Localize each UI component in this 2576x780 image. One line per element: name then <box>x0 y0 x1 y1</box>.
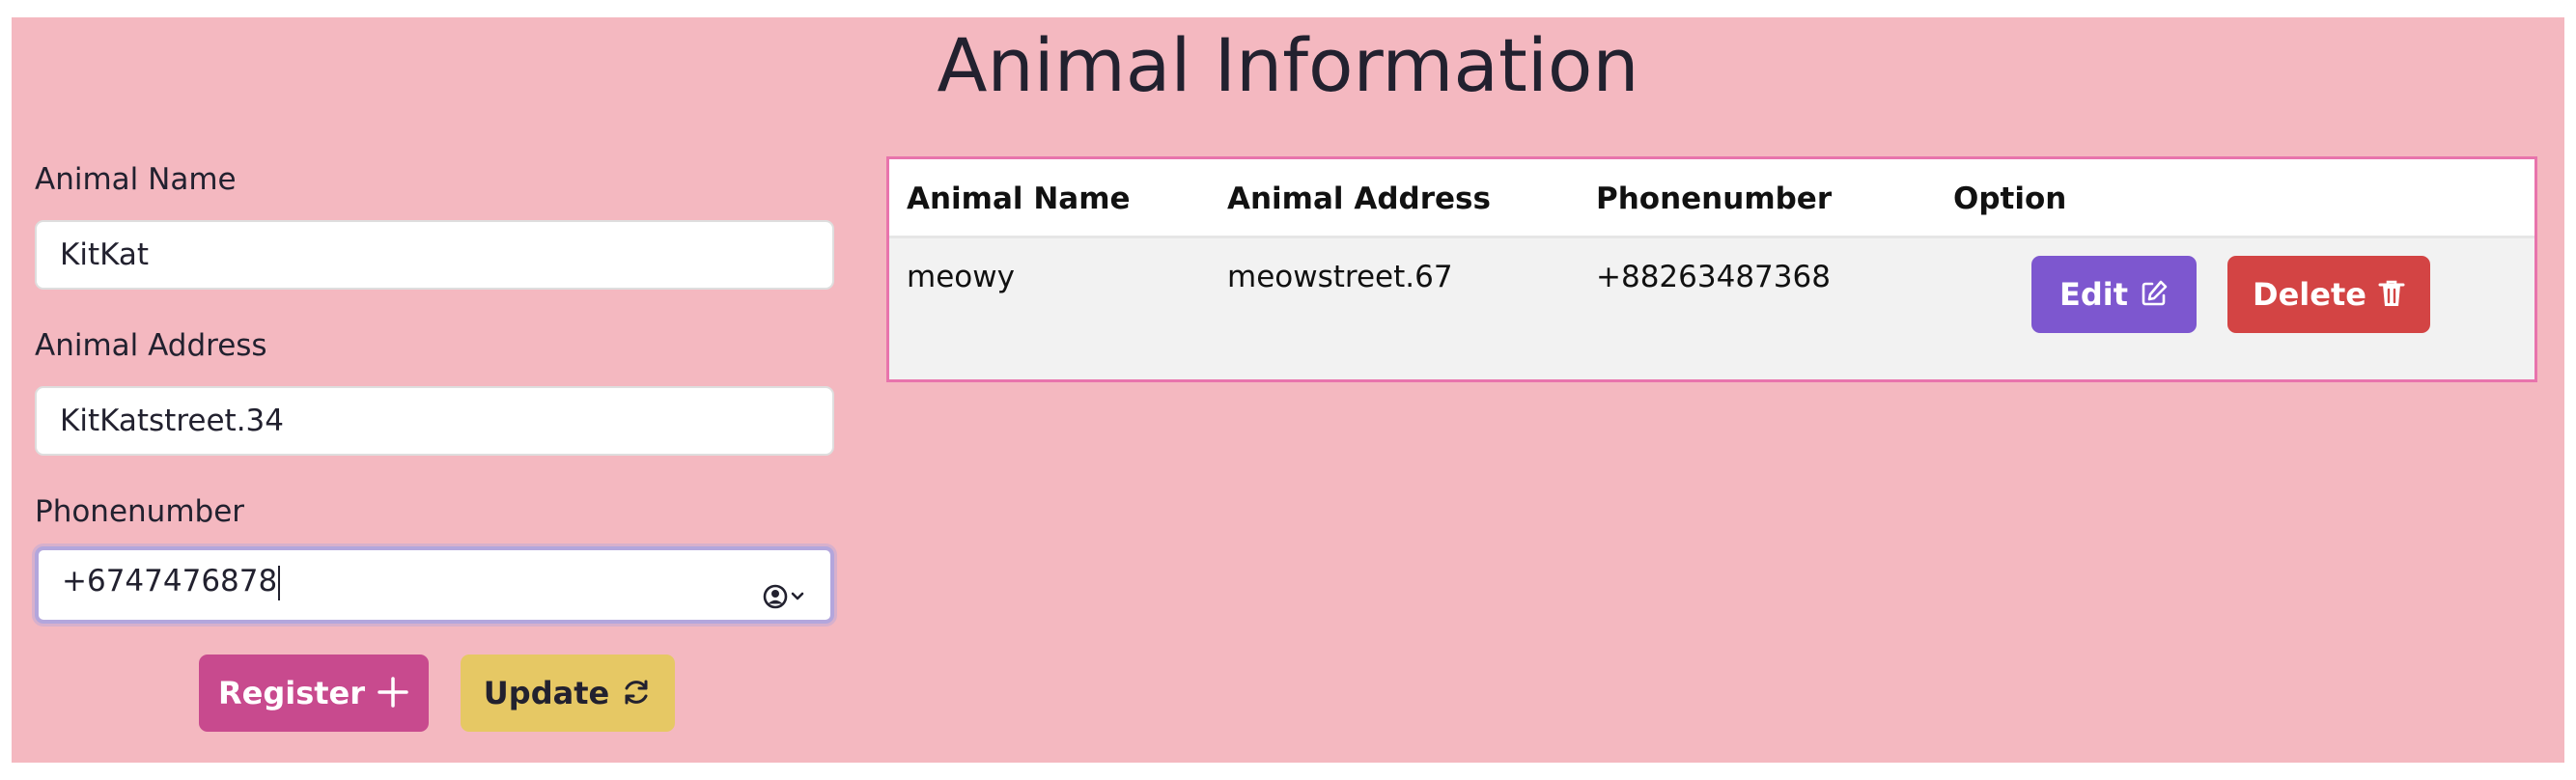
delete-button[interactable]: Delete <box>2227 256 2430 333</box>
table-row: meowy meowstreet.67 +88263487368 Edit De… <box>889 238 2534 379</box>
column-header-animal-name: Animal Name <box>907 181 1131 216</box>
edit-label: Edit <box>2058 276 2129 313</box>
refresh-icon <box>625 680 648 705</box>
column-header-animal-address: Animal Address <box>1227 181 1491 216</box>
column-header-phonenumber: Phonenumber <box>1596 181 1833 216</box>
animal-table: Animal Name Animal Address Phonenumber O… <box>886 156 2537 382</box>
register-label: Register <box>217 675 366 711</box>
text-caret <box>278 565 281 600</box>
delete-label: Delete <box>2253 276 2366 313</box>
update-button[interactable]: Update <box>461 655 675 732</box>
trash-icon <box>2378 280 2405 306</box>
cell-animal-address: meowstreet.67 <box>1227 260 1453 294</box>
phonenumber-input[interactable]: +6747476878 <box>35 546 834 624</box>
table-header: Animal Name Animal Address Phonenumber O… <box>889 159 2534 238</box>
column-header-option: Option <box>1953 181 2067 216</box>
animal-address-input[interactable]: KitKatstreet.34 <box>35 386 834 456</box>
register-button[interactable]: Register <box>199 655 429 732</box>
page-title: Animal Information <box>937 22 1639 108</box>
cell-animal-name: meowy <box>907 260 1015 294</box>
animal-address-value: KitKatstreet.34 <box>60 404 285 438</box>
animal-name-label: Animal Name <box>35 162 237 197</box>
app-frame: Animal Information Animal Name KitKat An… <box>12 17 2564 763</box>
edit-button[interactable]: Edit <box>2031 256 2197 333</box>
user-circle-icon[interactable] <box>763 570 809 609</box>
edit-icon <box>2142 280 2168 306</box>
animal-address-label: Animal Address <box>35 328 267 363</box>
update-label: Update <box>483 675 610 711</box>
phonenumber-label: Phonenumber <box>35 494 245 529</box>
phonenumber-value: +6747476878 <box>62 564 278 599</box>
animal-name-value: KitKat <box>60 237 150 272</box>
plus-icon <box>378 677 408 708</box>
cell-phonenumber: +88263487368 <box>1596 260 1831 294</box>
animal-name-input[interactable]: KitKat <box>35 220 834 290</box>
